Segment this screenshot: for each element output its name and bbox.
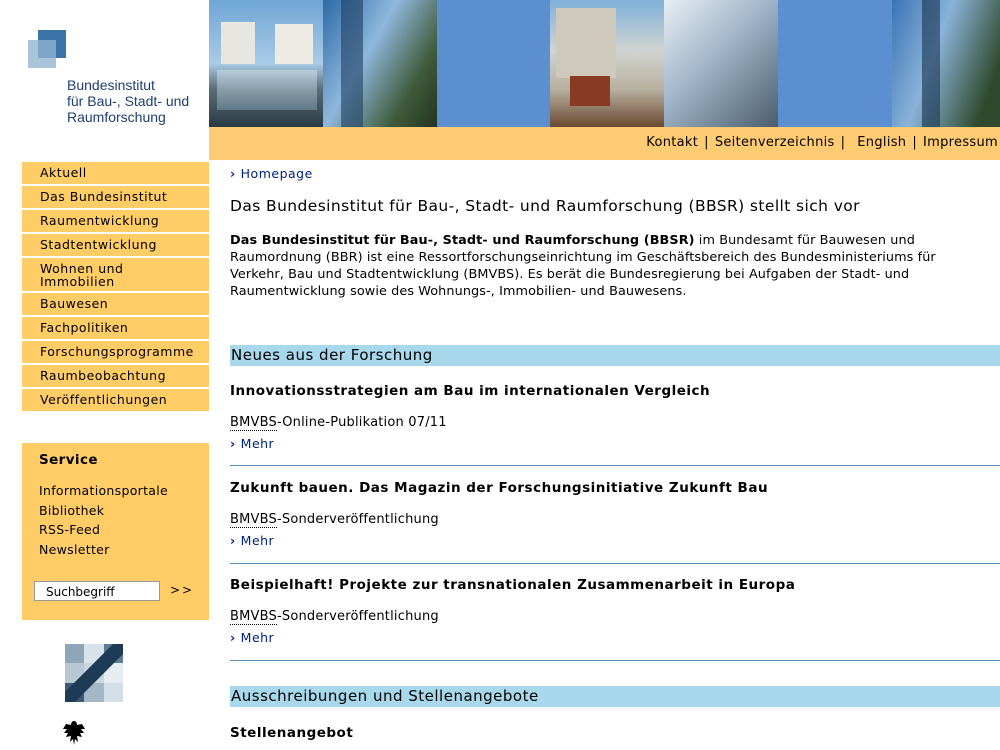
service-link-bibliothek[interactable]: Bibliothek: [39, 503, 104, 518]
service-link-newsletter[interactable]: Newsletter: [39, 542, 110, 557]
news-more-link[interactable]: › Mehr: [230, 436, 274, 451]
service-box: Service Informationsportale Bibliothek R…: [22, 443, 209, 620]
news-publication: BMVBS-Sonderveröffentlichung: [230, 609, 1000, 625]
logo-area[interactable]: Bundesinstitut für Bau-, Stadt- und Raum…: [0, 0, 209, 160]
service-link-rss-feed[interactable]: RSS-Feed: [39, 522, 100, 537]
news-title: Zukunft bauen. Das Magazin der Forschung…: [230, 480, 769, 496]
logo-line3: Raumforschung: [67, 109, 166, 125]
header-photo-3: [437, 0, 550, 127]
service-list: Informationsportale Bibliothek RSS-Feed …: [39, 483, 168, 561]
nav-item-stadtentwicklung[interactable]: Stadtentwicklung: [22, 234, 209, 258]
topnav-kontakt[interactable]: Kontakt: [646, 135, 698, 150]
nav-item-raumbeobachtung[interactable]: Raumbeobachtung: [22, 365, 209, 389]
left-navigation: Aktuell Das Bundesinstitut Raumentwicklu…: [22, 160, 209, 413]
topnav-seitenverzeichnis[interactable]: Seitenverzeichnis: [715, 135, 835, 150]
news-pub-rest: -Sonderveröffentlichung: [276, 609, 439, 624]
service-item: Bibliothek: [39, 503, 168, 523]
header-photo-strip: [209, 0, 1000, 127]
news-title: Beispielhaft! Projekte zur transnational…: [230, 577, 796, 593]
nav-item-wohnen-line2: Immobilien: [40, 274, 115, 289]
federal-eagle-icon: [63, 721, 85, 745]
news-more-link[interactable]: › Mehr: [230, 533, 274, 548]
service-item: Newsletter: [39, 542, 168, 562]
news-item: Innovationsstrategien am Bau im internat…: [230, 383, 1000, 452]
top-navigation: Kontakt | Seitenverzeichnis | English | Impres…: [209, 127, 1000, 160]
header-photo-5: [664, 0, 778, 127]
intro-paragraph: Das Bundesinstitut für Bau-, Stadt- und …: [230, 232, 990, 300]
nav-item-das-bundesinstitut[interactable]: Das Bundesinstitut: [22, 186, 209, 210]
chevron-right-icon: ›: [230, 533, 236, 548]
chevron-right-icon: ›: [230, 436, 236, 451]
news-pub-abbr: BMVBS: [230, 512, 277, 528]
nav-item-aktuell[interactable]: Aktuell: [22, 162, 209, 186]
nav-item-veroeffentlichungen[interactable]: Veröffentlichungen: [22, 389, 209, 413]
service-item: RSS-Feed: [39, 522, 168, 542]
logo-line2: für Bau-, Stadt- und: [67, 93, 190, 109]
breadcrumb-homepage[interactable]: Homepage: [241, 166, 313, 181]
news-pub-abbr: BMVBS: [230, 415, 277, 431]
nav-item-forschungsprogramme[interactable]: Forschungsprogramme: [22, 341, 209, 365]
bbsr-logo-icon: [28, 30, 66, 68]
news-more-link[interactable]: › Mehr: [230, 630, 274, 645]
logo-line1: Bundesinstitut: [67, 77, 155, 93]
header-photo-2: [323, 0, 437, 127]
header-photo-1: [209, 0, 323, 127]
service-title: Service: [39, 452, 98, 468]
topnav-impressum[interactable]: Impressum: [923, 135, 998, 150]
job-item: Stellenangebot: [230, 725, 1000, 741]
news-more-label: Mehr: [240, 436, 275, 451]
news-more-label: Mehr: [240, 533, 275, 548]
service-link-informationsportale[interactable]: Informationsportale: [39, 483, 168, 498]
header-photo-6: [778, 0, 892, 127]
topnav-english[interactable]: English: [857, 135, 906, 150]
intro-bold: Das Bundesinstitut für Bau-, Stadt- und …: [230, 233, 695, 248]
news-more-label: Mehr: [240, 630, 275, 645]
chevron-right-icon: ›: [230, 166, 236, 181]
nav-item-raumentwicklung[interactable]: Raumentwicklung: [22, 210, 209, 234]
news-divider: [230, 465, 1000, 466]
breadcrumb: › Homepage: [230, 166, 313, 181]
section-header-forschung: Neues aus der Forschung: [230, 345, 1000, 366]
bbr-emblem-icon: [65, 644, 123, 702]
news-divider: [230, 563, 1000, 564]
chevron-right-icon: ›: [230, 630, 236, 645]
service-item: Informationsportale: [39, 483, 168, 503]
news-divider: [230, 660, 1000, 661]
news-title: Innovationsstrategien am Bau im internat…: [230, 383, 711, 399]
news-pub-rest: -Sonderveröffentlichung: [276, 512, 439, 527]
page-title: Das Bundesinstitut für Bau-, Stadt- und …: [230, 197, 860, 215]
news-item: Zukunft bauen. Das Magazin der Forschung…: [230, 480, 1000, 549]
nav-item-wohnen-und-immobilien[interactable]: Wohnen und Immobilien: [22, 258, 209, 293]
search-submit-button[interactable]: >>: [170, 583, 194, 597]
news-item: Beispielhaft! Projekte zur transnational…: [230, 577, 1000, 646]
section-header-ausschreibungen: Ausschreibungen und Stellenangebote: [230, 686, 1000, 707]
nav-item-bauwesen[interactable]: Bauwesen: [22, 293, 209, 317]
search-input[interactable]: [34, 581, 160, 601]
header-photo-4: [550, 0, 664, 127]
news-pub-rest: -Online-Publikation 07/11: [276, 415, 447, 430]
news-publication: BMVBS-Online-Publikation 07/11: [230, 415, 1000, 431]
logo-text: Bundesinstitut für Bau-, Stadt- und Raum…: [67, 77, 189, 125]
news-pub-abbr: BMVBS: [230, 609, 277, 625]
nav-item-fachpolitiken[interactable]: Fachpolitiken: [22, 317, 209, 341]
news-publication: BMVBS-Sonderveröffentlichung: [230, 512, 1000, 528]
header-photo-7: [892, 0, 1000, 127]
job-title: Stellenangebot: [230, 725, 354, 741]
